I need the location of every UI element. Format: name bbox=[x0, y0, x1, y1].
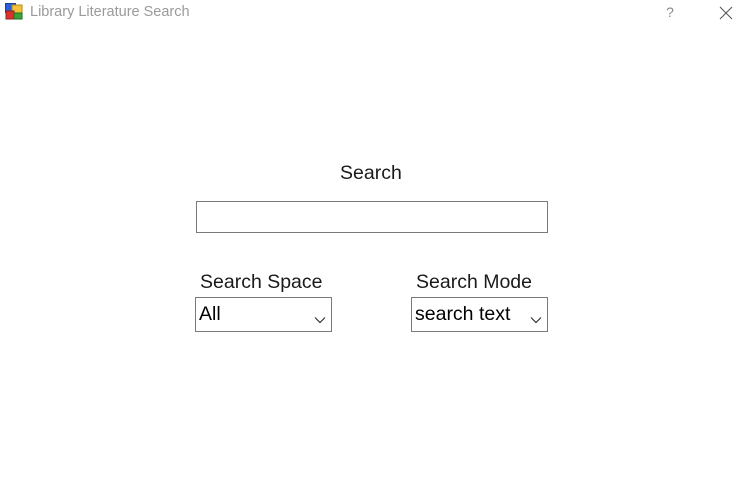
search-space-selected: All bbox=[199, 303, 221, 325]
chevron-down-icon bbox=[530, 311, 542, 324]
app-icon bbox=[5, 3, 23, 20]
search-space-dropdown[interactable]: All bbox=[195, 297, 332, 332]
search-space-label: Search Space bbox=[200, 271, 323, 293]
search-label: Search bbox=[340, 162, 402, 184]
help-icon[interactable]: ? bbox=[660, 2, 680, 22]
chevron-down-icon bbox=[314, 311, 326, 324]
title-bar: Library Literature Search ? bbox=[0, 0, 751, 26]
search-mode-dropdown[interactable]: search text bbox=[411, 297, 548, 332]
window-title: Library Literature Search bbox=[30, 4, 190, 20]
search-input[interactable] bbox=[196, 201, 548, 233]
close-icon[interactable] bbox=[712, 0, 740, 26]
search-mode-label: Search Mode bbox=[416, 271, 532, 293]
search-mode-selected: search text bbox=[415, 303, 511, 325]
main-window: Library Literature Search ? Search Searc… bbox=[0, 0, 751, 482]
